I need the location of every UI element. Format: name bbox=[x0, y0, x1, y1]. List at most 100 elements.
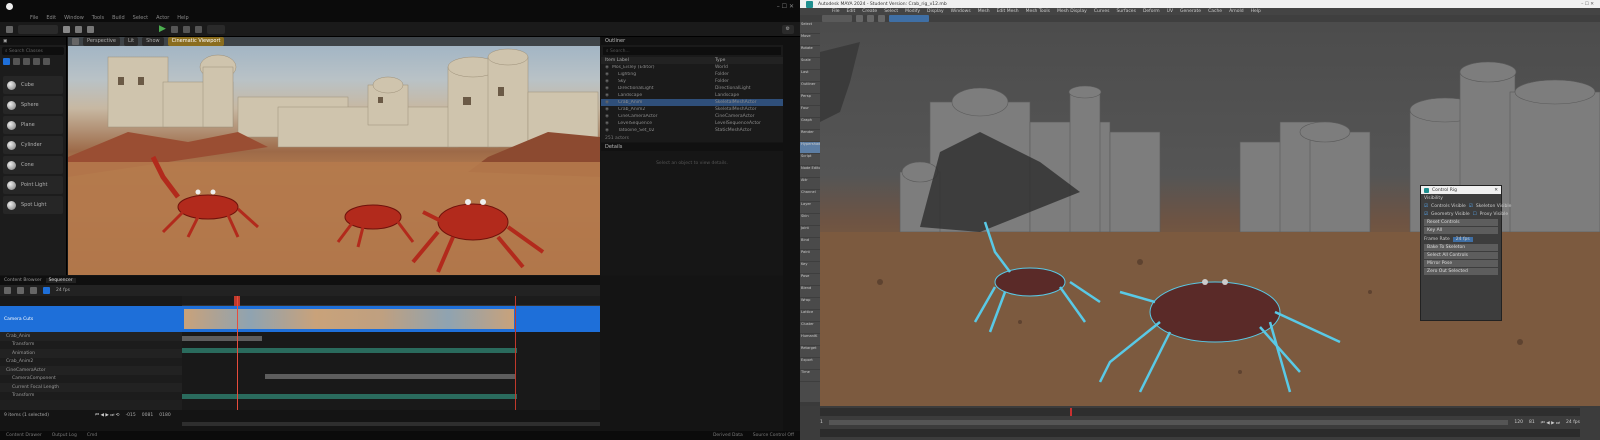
section-bar[interactable] bbox=[182, 336, 262, 341]
maya-left-menu-item[interactable]: Paint bbox=[800, 250, 820, 262]
save-icon[interactable] bbox=[6, 25, 13, 33]
window-controls-icon[interactable]: – ☐ ✕ bbox=[777, 3, 794, 10]
category-lights-icon[interactable] bbox=[13, 58, 20, 65]
snap-icon[interactable] bbox=[30, 287, 37, 294]
checkbox-icon[interactable]: ☑ bbox=[1424, 204, 1428, 209]
menu-window[interactable]: Window bbox=[64, 15, 84, 21]
maya-left-menu-item[interactable]: Attr bbox=[800, 178, 820, 190]
place-item-cone[interactable]: Cone bbox=[3, 156, 63, 174]
fps-field[interactable]: 24 fps bbox=[1566, 420, 1580, 425]
bake-to-skeleton-button[interactable]: Bake To Skeleton bbox=[1424, 244, 1498, 251]
outliner-search[interactable]: ⌕ Search... bbox=[603, 47, 781, 55]
checkbox-icon[interactable]: ☑ bbox=[1424, 212, 1428, 217]
sequencer-track[interactable]: Transform bbox=[0, 340, 182, 349]
cinematics-icon[interactable] bbox=[87, 25, 94, 33]
place-item-plane[interactable]: Plane bbox=[3, 116, 63, 134]
maya-left-menu-item[interactable]: Select bbox=[800, 22, 820, 34]
menu-file[interactable]: File bbox=[30, 15, 38, 21]
place-actors-search[interactable]: ⌕ Search Classes bbox=[2, 47, 64, 55]
key-all-button[interactable]: Key All bbox=[1424, 227, 1498, 234]
maya-left-menu-item[interactable]: Rotate bbox=[800, 46, 820, 58]
maya-menu-item[interactable]: Mesh Tools bbox=[1026, 9, 1050, 14]
ue-level-viewport[interactable]: Perspective Lit Show Cinematic Viewport bbox=[68, 37, 600, 275]
category-visual-icon[interactable] bbox=[33, 58, 40, 65]
show-dropdown[interactable]: Show bbox=[142, 37, 164, 46]
animation-section-2[interactable] bbox=[182, 394, 517, 399]
camera-lock-icon[interactable] bbox=[43, 287, 50, 294]
outliner-row[interactable]: ◉ LevelSequence LevelSequenceActor bbox=[601, 120, 783, 127]
sequencer-track[interactable]: CameraComponent bbox=[0, 374, 182, 383]
settings-icon[interactable]: ⚙ bbox=[781, 24, 794, 34]
maya-left-menu-item[interactable]: Lattice bbox=[800, 310, 820, 322]
maya-left-menu-item[interactable]: Script bbox=[800, 154, 820, 166]
playback-controls-icon[interactable]: ⏮ ◀ ▶ ⏭ bbox=[1541, 420, 1560, 426]
animation-section[interactable] bbox=[182, 348, 517, 353]
visibility-eye-icon[interactable]: ◉ bbox=[605, 100, 609, 105]
maya-left-menu-item[interactable]: Last bbox=[800, 70, 820, 82]
mirror-pose-button[interactable]: Mirror Pose bbox=[1424, 260, 1498, 267]
section-bar-2[interactable] bbox=[265, 374, 515, 379]
category-volumes-icon[interactable] bbox=[43, 58, 50, 65]
transport-controls-icon[interactable]: ⏮ ◀ ▶ ⏭ ⟲ bbox=[95, 412, 120, 418]
maya-menu-item[interactable]: Display bbox=[927, 9, 944, 14]
category-basic-icon[interactable] bbox=[3, 58, 10, 65]
play-icon[interactable]: ▶ bbox=[159, 24, 166, 34]
blueprint-icon[interactable] bbox=[75, 25, 82, 33]
maya-left-menu-item[interactable]: Skin bbox=[800, 214, 820, 226]
maya-left-menu-item[interactable]: Wrap bbox=[800, 298, 820, 310]
stop-icon[interactable] bbox=[182, 25, 190, 33]
maya-left-menu-item[interactable]: Move bbox=[800, 34, 820, 46]
maya-left-menu-item[interactable]: Graph bbox=[800, 118, 820, 130]
maya-left-menu-item[interactable]: HumanIK bbox=[800, 334, 820, 346]
sequencer-track[interactable]: Current Focal Length bbox=[0, 383, 182, 392]
reset-controls-button[interactable]: Reset Controls bbox=[1424, 219, 1498, 226]
command-line[interactable] bbox=[820, 429, 1580, 437]
maya-left-menu-item[interactable]: Scale bbox=[800, 58, 820, 70]
outliner-row[interactable]: ◉ Landscape Landscape bbox=[601, 92, 783, 99]
lit-dropdown[interactable]: Lit bbox=[123, 37, 139, 46]
maya-menu-item[interactable]: File bbox=[832, 9, 840, 14]
category-shapes-icon[interactable] bbox=[23, 58, 30, 65]
maya-left-menu-item[interactable]: Node Editor bbox=[800, 166, 820, 178]
maya-menu-item[interactable]: Surfaces bbox=[1116, 9, 1136, 14]
place-item-sphere[interactable]: Sphere bbox=[3, 96, 63, 114]
new-scene-icon[interactable] bbox=[856, 15, 863, 22]
viewport-menu-icon[interactable] bbox=[72, 38, 79, 45]
maya-menu-item[interactable]: Mesh bbox=[978, 9, 990, 14]
maya-left-menu-item[interactable]: Hypershade bbox=[800, 142, 820, 154]
visibility-eye-icon[interactable]: ◉ bbox=[605, 107, 609, 112]
maya-menu-item[interactable]: Curves bbox=[1094, 9, 1110, 14]
maya-menu-item[interactable]: Create bbox=[862, 9, 877, 14]
place-item-spot-light[interactable]: Spot Light bbox=[3, 196, 63, 214]
start-frame[interactable]: -015 bbox=[126, 413, 136, 418]
menu-select[interactable]: Select bbox=[133, 15, 148, 21]
visibility-eye-icon[interactable]: ◉ bbox=[605, 79, 609, 84]
visibility-eye-icon[interactable]: ◉ bbox=[605, 65, 609, 70]
maya-menu-item[interactable]: UV bbox=[1167, 9, 1173, 14]
maya-menu-item[interactable]: Cache bbox=[1208, 9, 1222, 14]
maya-left-menu-item[interactable]: Layer bbox=[800, 202, 820, 214]
save-icon[interactable] bbox=[878, 15, 885, 22]
maya-left-menu-item[interactable]: Key bbox=[800, 262, 820, 274]
outliner-row[interactable]: ◉ CineCameraActor CineCameraActor bbox=[601, 113, 783, 120]
eject-icon[interactable] bbox=[194, 25, 202, 33]
maya-menu-item[interactable]: Generate bbox=[1180, 9, 1201, 14]
visibility-eye-icon[interactable]: ◉ bbox=[605, 114, 609, 119]
end-time-field[interactable]: 120 bbox=[1514, 420, 1523, 425]
maya-left-menu-item[interactable]: Joint bbox=[800, 226, 820, 238]
visibility-eye-icon[interactable]: ◉ bbox=[605, 121, 609, 126]
place-item-cube[interactable]: Cube bbox=[3, 76, 63, 94]
outliner-row[interactable]: ◉ Sky Folder bbox=[601, 78, 783, 85]
visibility-eye-icon[interactable]: ◉ bbox=[605, 93, 609, 98]
visibility-eye-icon[interactable]: ◉ bbox=[605, 128, 609, 133]
pause-icon[interactable] bbox=[170, 25, 178, 33]
fps-dropdown[interactable]: 24 fps bbox=[56, 288, 70, 293]
cmd-button[interactable]: Cmd bbox=[87, 433, 97, 438]
maya-menu-item[interactable]: Windows bbox=[951, 9, 971, 14]
maya-left-menu-item[interactable]: Render bbox=[800, 130, 820, 142]
source-control-button[interactable]: Source Control Off bbox=[753, 433, 794, 438]
perspective-dropdown[interactable]: Perspective bbox=[83, 37, 120, 46]
platforms-button[interactable] bbox=[206, 24, 225, 34]
window-controls-icon[interactable]: – ☐ ✕ bbox=[1581, 2, 1594, 7]
object-name-field[interactable] bbox=[889, 15, 929, 22]
